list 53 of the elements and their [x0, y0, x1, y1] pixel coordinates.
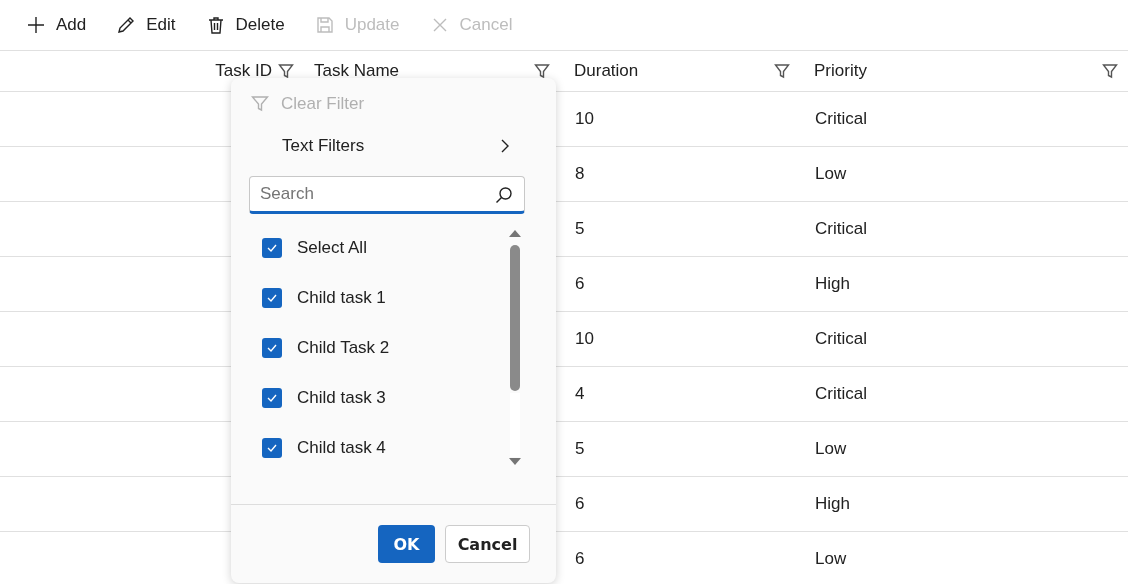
checkbox[interactable] — [262, 288, 282, 308]
checkbox-label[interactable]: Select All — [297, 238, 367, 258]
plus-icon — [26, 15, 46, 35]
table-cell: Low — [815, 549, 847, 569]
check-icon — [266, 343, 278, 353]
table-cell: Critical — [815, 384, 867, 404]
checkbox-label[interactable]: Child task 1 — [297, 288, 386, 308]
column-header[interactable]: Duration — [574, 61, 768, 81]
column-header[interactable]: Task ID — [215, 61, 272, 81]
checkbox[interactable] — [262, 338, 282, 358]
table-cell: 4 — [575, 384, 585, 404]
table-cell: 6 — [575, 494, 585, 514]
checkbox[interactable] — [262, 238, 282, 258]
checkbox-label[interactable]: Child task 3 — [297, 388, 386, 408]
table-cell: 5 — [575, 219, 585, 239]
table-cell: 10 — [575, 329, 594, 349]
add-button[interactable]: Add — [26, 15, 87, 35]
delete-button[interactable]: Delete — [205, 15, 285, 35]
checkbox-label[interactable]: Child task 4 — [297, 438, 386, 458]
check-icon — [266, 443, 278, 453]
table-cell: Critical — [815, 329, 867, 349]
filter-icon — [534, 63, 550, 79]
check-icon — [266, 293, 278, 303]
save-icon — [314, 15, 335, 35]
search-icon — [494, 185, 514, 205]
filter-icon — [774, 63, 790, 79]
table-cell: High — [815, 494, 850, 514]
checkbox-label[interactable]: Child Task 2 — [297, 338, 390, 358]
table-cell: 8 — [575, 164, 585, 184]
edit-button[interactable]: Edit — [116, 15, 176, 35]
table-cell: 5 — [575, 439, 585, 459]
table-cell: Critical — [815, 219, 867, 239]
table-cell: Low — [815, 164, 847, 184]
check-icon — [266, 393, 278, 403]
filter-icon — [278, 63, 294, 79]
checkbox[interactable] — [262, 438, 282, 458]
table-cell: Critical — [815, 109, 867, 129]
table-cell: 6 — [575, 274, 585, 294]
table-cell: 6 — [575, 549, 585, 569]
table-cell: High — [815, 274, 850, 294]
cancel-button[interactable]: Cancel — [445, 525, 530, 563]
search-field[interactable]: Search — [249, 176, 525, 214]
table-cell: Low — [815, 439, 847, 459]
filter-icon — [1102, 63, 1118, 79]
table-cell: 10 — [575, 109, 594, 129]
column-header[interactable]: Task Name — [314, 61, 528, 81]
check-icon — [266, 243, 278, 253]
checkbox[interactable] — [262, 388, 282, 408]
filter-icon — [251, 95, 269, 113]
column-header[interactable]: Priority — [814, 61, 1096, 81]
ok-button[interactable]: OK — [378, 525, 435, 563]
text-filters-item[interactable]: Text Filters — [231, 122, 556, 170]
chevron-right-icon — [500, 138, 510, 154]
